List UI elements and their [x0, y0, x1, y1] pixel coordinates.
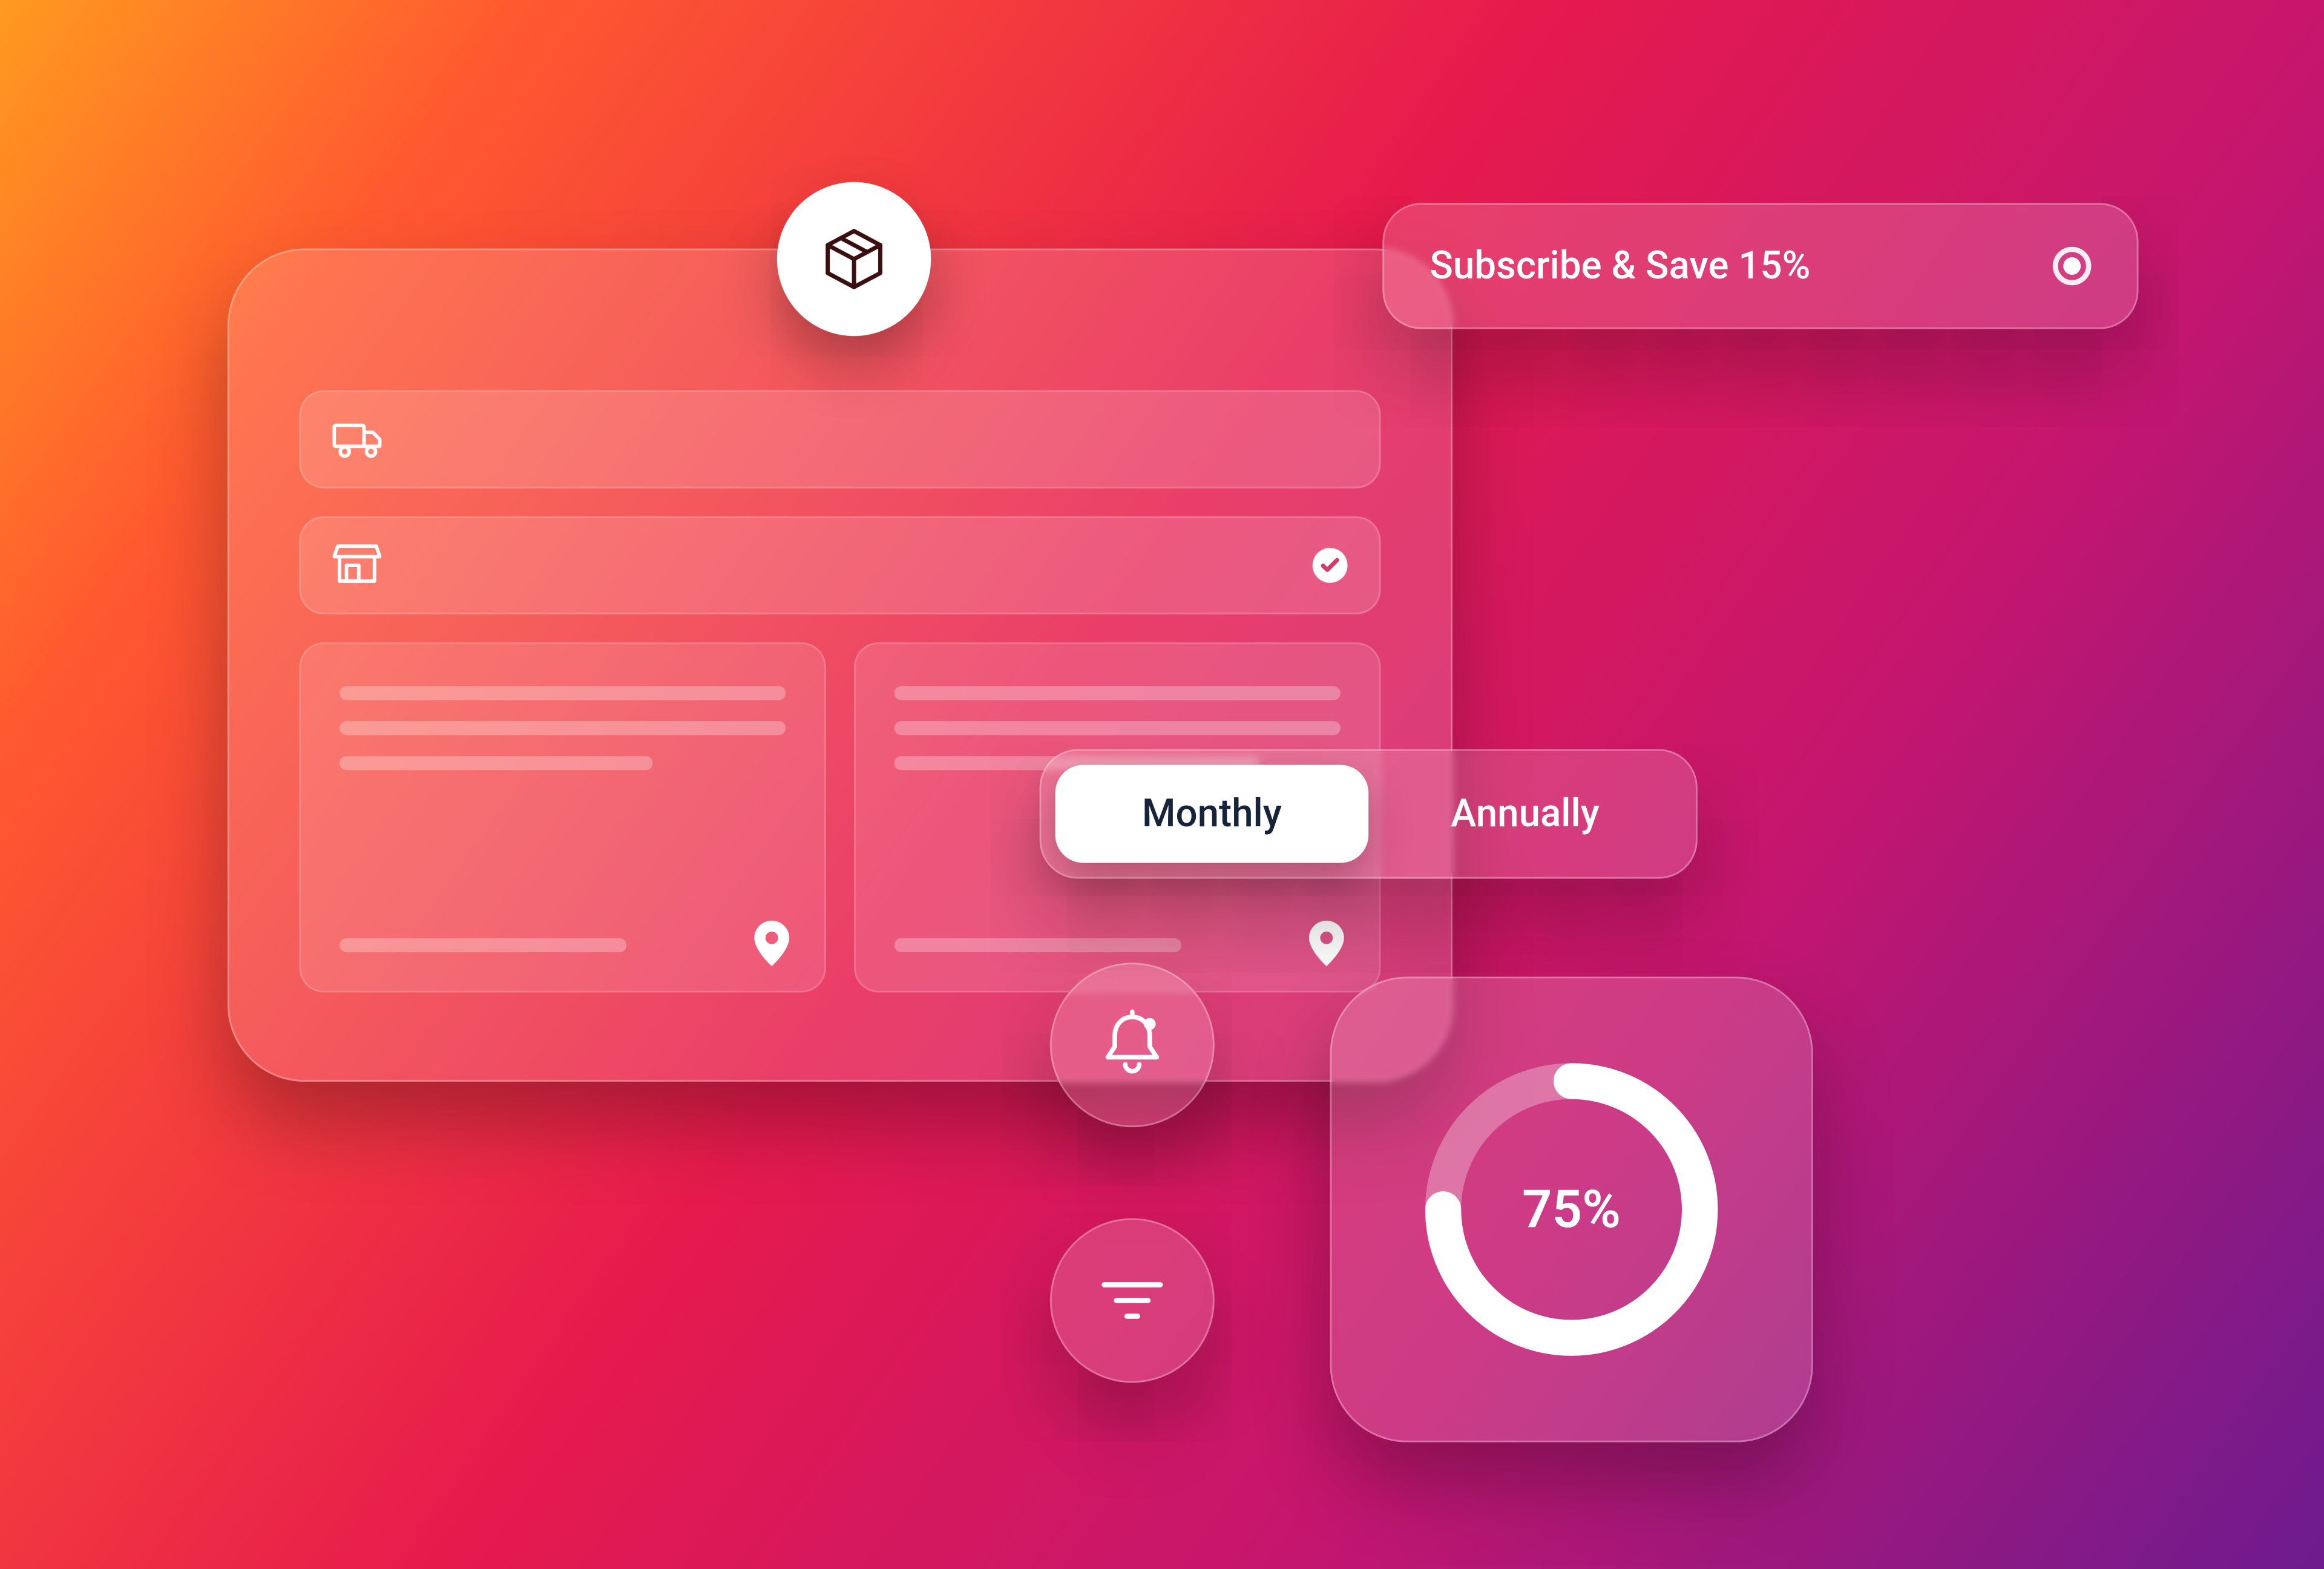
progress-tile: 75%	[1330, 976, 1813, 1442]
billing-toggle[interactable]: Monthly Annually	[1040, 749, 1698, 879]
subscribe-option[interactable]: Subscribe & Save 15%	[1382, 203, 2138, 329]
store-row[interactable]	[299, 516, 1380, 614]
pin-icon	[754, 921, 789, 966]
skeleton-line	[340, 721, 786, 735]
check-icon	[1313, 548, 1348, 583]
filter-button[interactable]	[1050, 1219, 1215, 1383]
package-badge	[777, 182, 931, 336]
progress-value: 75%	[1417, 1056, 1725, 1364]
skeleton-line	[894, 721, 1341, 735]
segment-annually[interactable]: Annually	[1368, 765, 1682, 863]
subscribe-label: Subscribe & Save 15%	[1430, 244, 1810, 288]
notifications-button[interactable]	[1050, 962, 1215, 1127]
pin-icon	[1309, 921, 1344, 966]
truck-icon	[332, 418, 385, 460]
address-card-1[interactable]	[299, 642, 826, 992]
segment-label: Annually	[1451, 792, 1600, 835]
skeleton-line	[894, 686, 1341, 700]
store-icon	[332, 542, 381, 588]
segment-label: Monthly	[1142, 792, 1282, 835]
delivery-row[interactable]	[299, 390, 1380, 488]
filter-icon	[1101, 1280, 1164, 1321]
skeleton-line	[894, 938, 1182, 952]
radio-selected-icon	[2053, 247, 2092, 286]
skeleton-line	[340, 756, 652, 770]
segment-monthly[interactable]: Monthly	[1055, 765, 1369, 863]
progress-ring: 75%	[1417, 1056, 1725, 1364]
package-icon	[819, 224, 889, 294]
skeleton-line	[340, 938, 627, 952]
main-card	[228, 249, 1452, 1082]
skeleton-line	[340, 686, 786, 700]
bell-icon	[1097, 1008, 1167, 1082]
